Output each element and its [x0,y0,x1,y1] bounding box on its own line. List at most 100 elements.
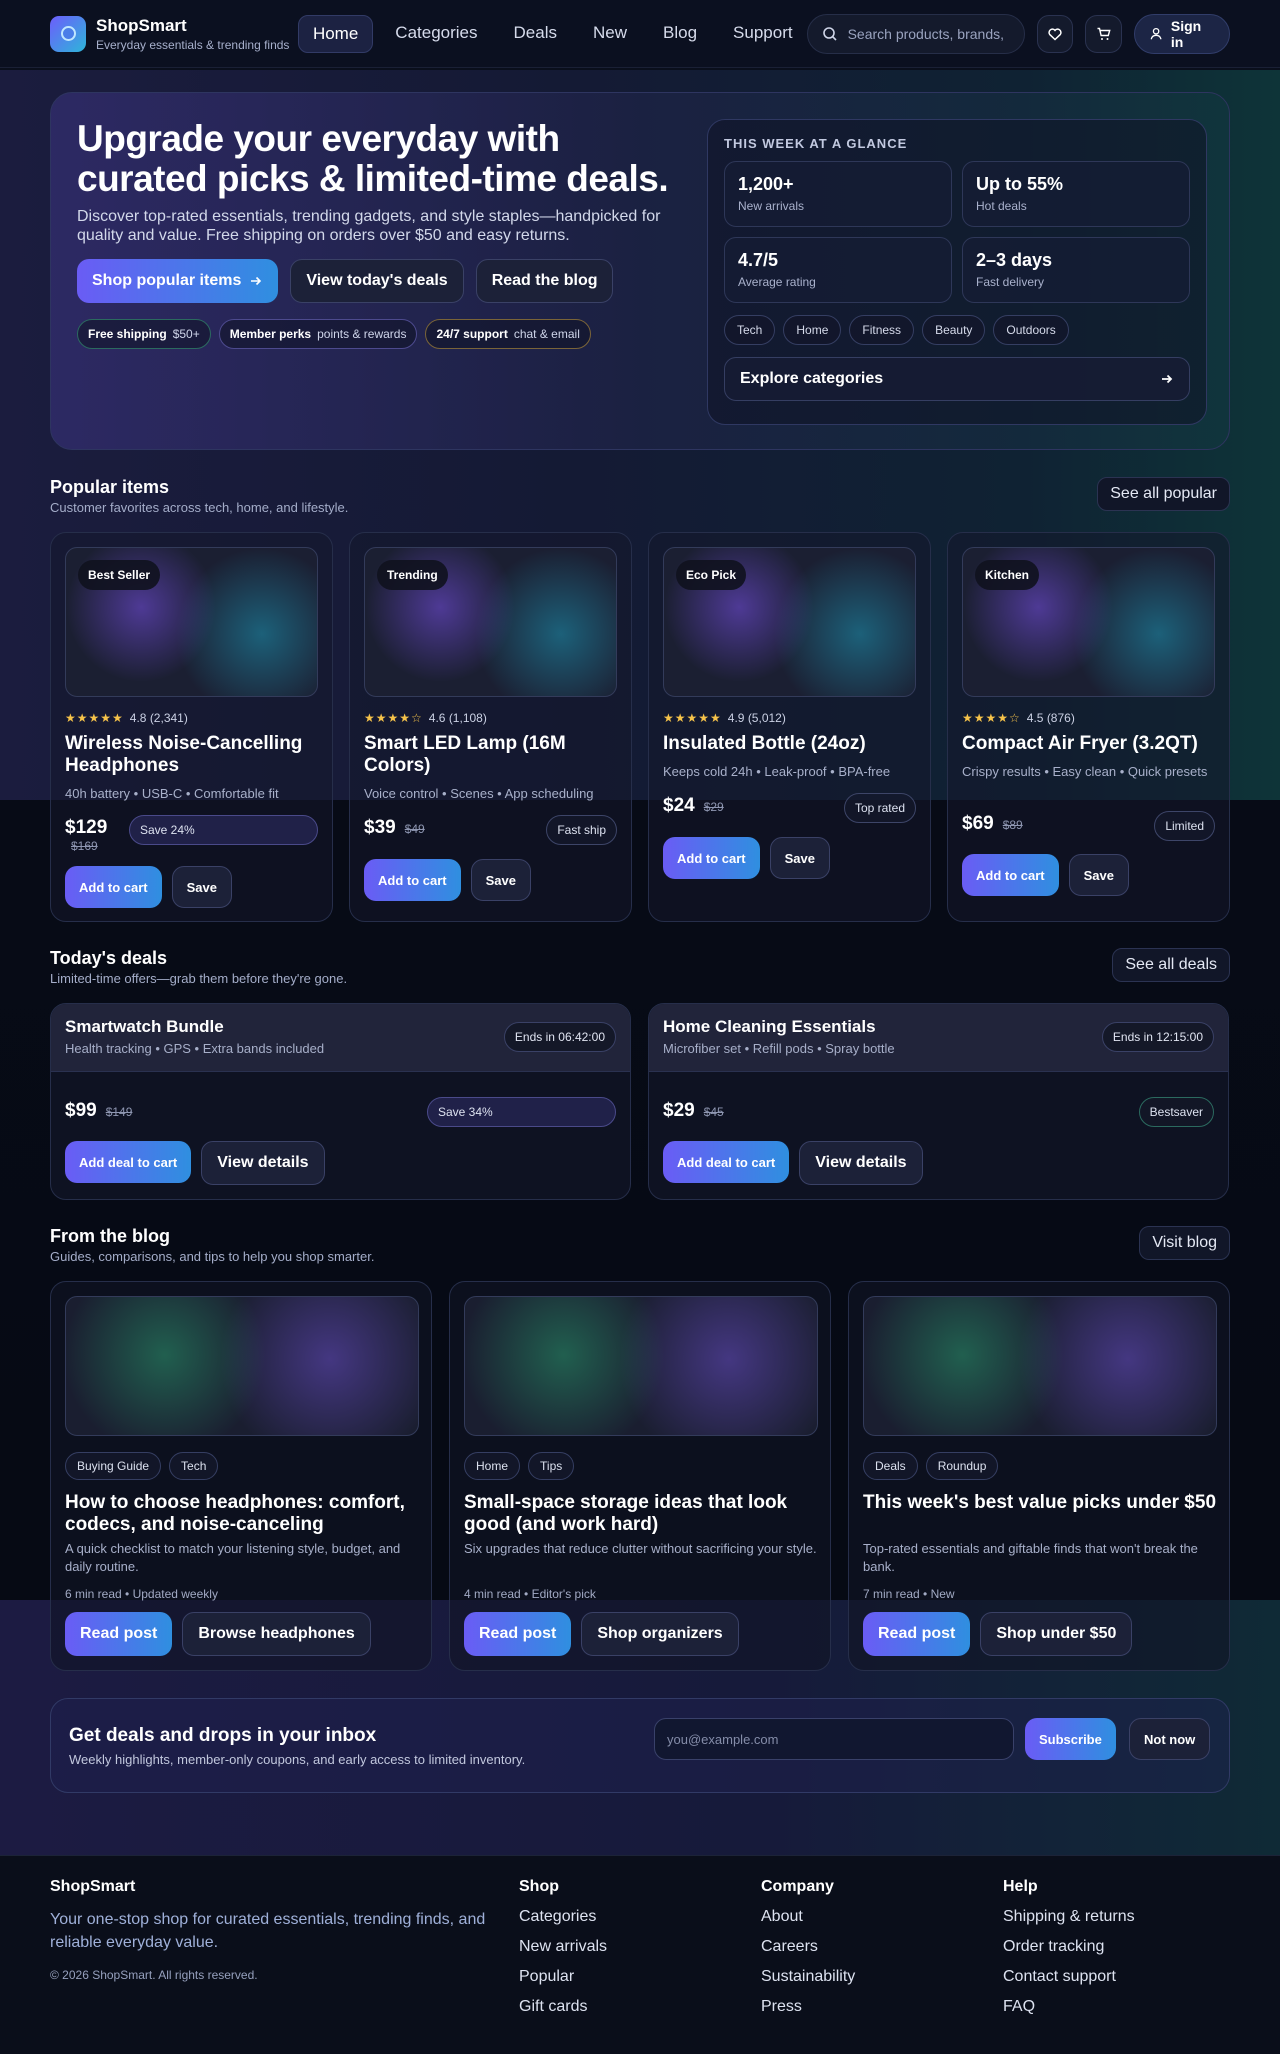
see-all-deals-button[interactable]: See all deals [1112,948,1230,982]
add-to-cart-button[interactable]: Add to cart [364,859,461,901]
save-button[interactable]: Save [171,866,232,908]
blog-tag[interactable]: Tips [528,1452,575,1480]
brand-tagline: Everyday essentials & trending finds [96,37,290,52]
footer-link[interactable]: New arrivals [519,1938,607,1956]
blog-card[interactable]: Buying Guide Tech How to choose headphone… [50,1281,432,1671]
add-to-cart-button[interactable]: Add to cart [65,866,162,908]
add-deal-button[interactable]: Add deal to cart [65,1141,192,1183]
blog-tag[interactable]: Deals [863,1452,918,1480]
chip-tech[interactable]: Tech [724,315,776,345]
visit-blog-button[interactable]: Visit blog [1139,1226,1230,1260]
cart-icon [1097,27,1111,40]
shop-link-button[interactable]: Shop under $50 [980,1612,1133,1656]
footer-link[interactable]: Careers [761,1938,855,1956]
blog-title[interactable]: How to choose headphones: comfort, codec… [65,1492,419,1536]
product-title[interactable]: Wireless Noise-Cancelling Headphones [65,733,323,777]
footer-link[interactable]: Sustainability [761,1968,855,1986]
heart-icon [1048,27,1062,41]
product-card[interactable]: Kitchen ★★★★☆ 4.5 (876) Compact Air Fryer… [947,532,1230,922]
product-title[interactable]: Smart LED Lamp (16M Colors) [364,733,622,777]
footer-link[interactable]: Press [761,1998,855,2016]
stat-label: Hot deals [976,199,1027,213]
email-field[interactable] [654,1718,1014,1760]
not-now-button[interactable]: Not now [1129,1718,1211,1760]
view-details-button[interactable]: View details [201,1141,325,1185]
blog-desc: A quick checklist to match your listenin… [65,1541,401,1574]
price-was: $149 [105,1105,133,1119]
read-post-button[interactable]: Read post [863,1612,971,1656]
blog-tag[interactable]: Home [464,1452,521,1480]
product-image: Best Seller [65,547,318,697]
deal-card[interactable]: Home Cleaning Essentials Microfiber set … [648,1003,1229,1200]
product-title[interactable]: Insulated Bottle (24oz) [663,733,921,755]
product-card[interactable]: Eco Pick ★★★★★ 4.9 (5,012) Insulated Bott… [648,532,931,922]
category-chips: Tech Home Fitness Beauty Outdoors [724,315,1190,345]
footer-link[interactable]: Popular [519,1968,607,1986]
nav-support[interactable]: Support [719,15,807,53]
product-card[interactable]: Trending ★★★★☆ 4.6 (1,108) Smart LED Lamp… [349,532,632,922]
nav-home[interactable]: Home [297,14,374,53]
product-badge: Best Seller [78,560,161,590]
chip-beauty[interactable]: Beauty [922,315,986,345]
read-post-button[interactable]: Read post [464,1612,572,1656]
section-subtitle: Customer favorites across tech, home, an… [50,500,349,515]
signin-button[interactable]: Sign in [1133,13,1231,54]
blog-title[interactable]: Small-space storage ideas that look good… [464,1492,818,1536]
chip-home[interactable]: Home [783,315,842,345]
footer-link[interactable]: FAQ [1003,1998,1135,2016]
footer-col-company: Company About Careers Sustainability Pre… [761,1878,855,2016]
newsletter-subtitle: Weekly highlights, member-only coupons, … [69,1752,526,1767]
cart-button[interactable] [1085,14,1122,53]
see-all-popular-button[interactable]: See all popular [1097,477,1230,511]
blog-tag[interactable]: Buying Guide [65,1452,162,1480]
footer-copyright: © 2026 ShopSmart. All rights reserved. [50,1968,258,1982]
blog-tag[interactable]: Tech [169,1452,219,1480]
blog-desc: Six upgrades that reduce clutter without… [464,1541,817,1556]
blog-meta: 4 min read • Editor's pick [464,1587,596,1601]
nav-blog[interactable]: Blog [649,15,711,53]
product-price: $24 $29 [663,795,724,817]
chip-fitness[interactable]: Fitness [849,315,915,345]
deal-countdown: Ends in 12:15:00 [1101,1022,1214,1052]
nav-deals[interactable]: Deals [500,15,571,53]
blog-card[interactable]: Deals Roundup This week's best value pick… [848,1281,1230,1671]
nav-new[interactable]: New [579,15,641,53]
footer-link[interactable]: Contact support [1003,1968,1135,1986]
rating-text: 4.9 (5,012) [727,711,786,725]
shop-popular-button[interactable]: Shop popular items [77,259,279,303]
explore-categories-button[interactable]: Explore categories [724,357,1190,401]
deal-card[interactable]: Smartwatch Bundle Health tracking • GPS … [50,1003,631,1200]
blog-card[interactable]: Home Tips Small-space storage ideas that … [449,1281,831,1671]
view-deals-button[interactable]: View today's deals [290,259,464,303]
nav-categories[interactable]: Categories [381,15,491,53]
view-details-button[interactable]: View details [799,1141,923,1185]
footer-link[interactable]: Shipping & returns [1003,1908,1135,1926]
search-input[interactable] [847,25,1008,42]
footer-link[interactable]: Order tracking [1003,1938,1135,1956]
save-button[interactable]: Save [1068,854,1129,896]
product-card[interactable]: Best Seller ★★★★★ 4.8 (2,341) Wireless No… [50,532,333,922]
shop-link-button[interactable]: Browse headphones [182,1612,371,1656]
blog-title[interactable]: This week's best value picks under $50 [863,1492,1217,1514]
save-button[interactable]: Save [769,837,830,879]
chip-outdoors[interactable]: Outdoors [993,315,1069,345]
add-deal-button[interactable]: Add deal to cart [663,1141,790,1183]
wishlist-button[interactable] [1037,14,1074,53]
hero-title: Upgrade your everyday with curated picks… [77,118,669,199]
signin-label: Sign in [1170,17,1202,50]
footer-link[interactable]: Categories [519,1908,607,1926]
subscribe-button[interactable]: Subscribe [1025,1718,1116,1760]
add-to-cart-button[interactable]: Add to cart [663,837,760,879]
footer-link[interactable]: Gift cards [519,1998,607,2016]
brand-logo[interactable]: ShopSmart Everyday essentials & trending… [50,15,290,52]
blog-tag[interactable]: Roundup [925,1452,999,1480]
product-title[interactable]: Compact Air Fryer (3.2QT) [962,733,1220,755]
shop-link-button[interactable]: Shop organizers [581,1612,739,1656]
read-post-button[interactable]: Read post [65,1612,173,1656]
save-button[interactable]: Save [470,859,531,901]
read-blog-button[interactable]: Read the blog [475,259,614,303]
deal-header: Smartwatch Bundle Health tracking • GPS … [51,1004,630,1072]
footer-link[interactable]: About [761,1908,855,1926]
footer-col-title: Shop [519,1878,559,1895]
add-to-cart-button[interactable]: Add to cart [962,854,1059,896]
